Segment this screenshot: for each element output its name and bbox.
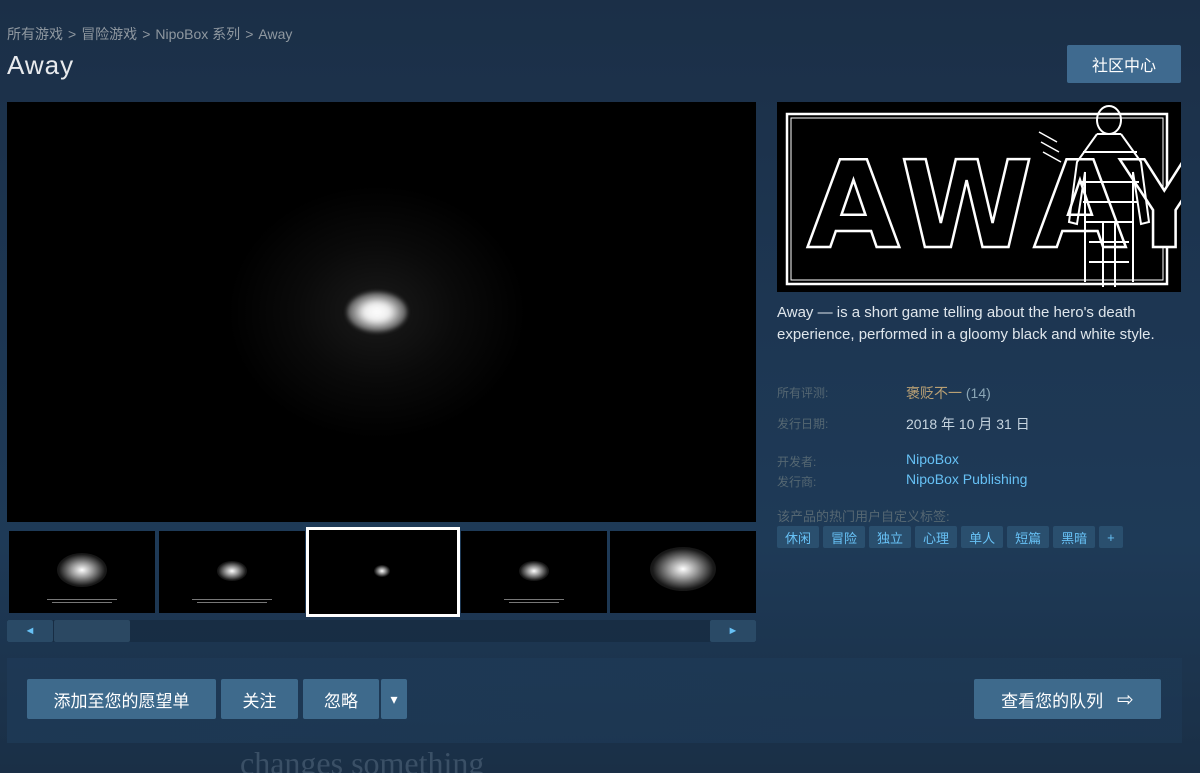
view-queue-button[interactable]: 查看您的队列 ⇨ <box>974 679 1161 719</box>
publisher-label: 发行商: <box>777 475 817 489</box>
tag-add-button[interactable]: + <box>1099 526 1123 548</box>
thumbnail-2[interactable] <box>159 531 305 613</box>
breadcrumb-separator: > <box>245 26 254 42</box>
tag-list: 休闲 冒险 独立 心理 单人 短篇 黑暗 + <box>777 526 1123 548</box>
tag-psychological[interactable]: 心理 <box>915 526 958 548</box>
developer-label: 开发者: <box>777 455 817 469</box>
thumb-caption <box>159 599 305 605</box>
thumb-caption <box>9 599 155 605</box>
review-count: (14) <box>965 385 991 401</box>
breadcrumb-franchise[interactable]: NipoBox 系列 <box>155 24 240 44</box>
release-date: 2018 年 10 月 31 日 <box>906 416 1030 432</box>
reviews-summary[interactable]: 褒贬不一 (14) <box>906 383 991 403</box>
thumb-glow <box>519 561 549 581</box>
thumb-caption <box>461 599 607 605</box>
thumbnail-5[interactable] <box>610 531 756 613</box>
light-core <box>347 292 407 332</box>
scroll-handle[interactable] <box>54 620 130 642</box>
thumbnail-3-selected[interactable] <box>306 527 460 617</box>
breadcrumb-separator: > <box>68 26 77 42</box>
add-to-wishlist-button[interactable]: 添加至您的愿望单 <box>27 679 216 719</box>
thumbnail-1[interactable] <box>9 531 155 613</box>
thumb-glow <box>217 561 247 581</box>
tag-casual[interactable]: 休闲 <box>777 526 820 548</box>
thumbnail-4[interactable] <box>461 531 607 613</box>
breadcrumb-all-games[interactable]: 所有游戏 <box>7 24 63 44</box>
thumb-glow <box>650 547 716 591</box>
review-score[interactable]: 褒贬不一 <box>906 385 962 401</box>
tag-dark[interactable]: 黑暗 <box>1053 526 1096 548</box>
header-capsule-image: AWAY <box>777 102 1181 292</box>
tag-adventure[interactable]: 冒险 <box>823 526 866 548</box>
developer-link[interactable]: NipoBox <box>906 451 959 467</box>
tags-label: 该产品的热门用户自定义标签: <box>777 509 950 524</box>
release-date-label: 发行日期: <box>777 417 829 431</box>
breadcrumb-adventure[interactable]: 冒险游戏 <box>81 24 137 44</box>
thumb-glow <box>57 553 107 587</box>
community-hub-button[interactable]: 社区中心 <box>1067 45 1181 83</box>
ignore-dropdown-chevron-icon[interactable]: ▾ <box>381 679 407 719</box>
publisher-link[interactable]: NipoBox Publishing <box>906 471 1027 487</box>
breadcrumb-separator: > <box>142 26 151 42</box>
page-title: Away <box>7 50 75 80</box>
ignore-button[interactable]: 忽略 <box>303 679 379 719</box>
queue-action-bar: 添加至您的愿望单 关注 忽略 ▾ 查看您的队列 ⇨ <box>7 658 1182 743</box>
tag-singleplayer[interactable]: 单人 <box>961 526 1004 548</box>
reviews-label: 所有评测: <box>777 386 829 400</box>
partial-section-text: changes something <box>240 745 485 773</box>
thumbnail-scrollbar[interactable]: ◄ ► <box>7 620 756 642</box>
scroll-right-button[interactable]: ► <box>710 620 756 642</box>
breadcrumb-current[interactable]: Away <box>258 26 292 42</box>
main-screenshot[interactable] <box>7 102 756 522</box>
breadcrumb: 所有游戏 > 冒险游戏 > NipoBox 系列 > Away <box>7 24 292 44</box>
tag-indie[interactable]: 独立 <box>869 526 912 548</box>
scroll-left-button[interactable]: ◄ <box>7 620 53 642</box>
thumbnail-strip <box>7 527 756 617</box>
view-queue-label: 查看您的队列 <box>1001 691 1104 711</box>
away-logo-art: AWAY <box>785 105 1181 287</box>
arrow-right-icon: ⇨ <box>1117 688 1134 711</box>
tag-short[interactable]: 短篇 <box>1007 526 1050 548</box>
game-description: Away — is a short game telling about the… <box>777 304 1155 343</box>
thumb-glow <box>374 565 390 577</box>
follow-button[interactable]: 关注 <box>221 679 298 719</box>
logo-text: AWAY <box>807 137 1181 276</box>
